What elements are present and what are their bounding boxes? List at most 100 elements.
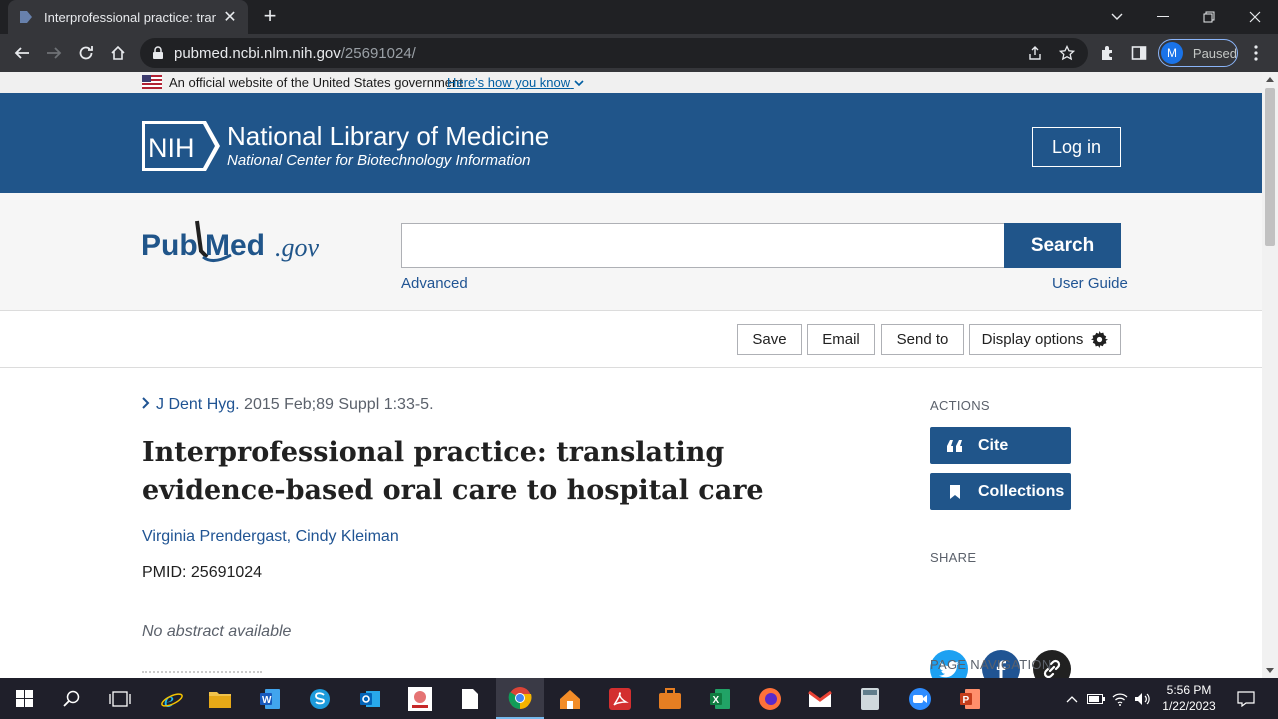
- browser-menu-icon[interactable]: [1243, 40, 1269, 66]
- back-icon[interactable]: [9, 40, 35, 66]
- forward-icon[interactable]: [41, 40, 67, 66]
- wifi-icon[interactable]: [1109, 678, 1131, 719]
- briefcase-app-icon[interactable]: [646, 678, 694, 719]
- bookmark-star-icon[interactable]: [1059, 45, 1075, 61]
- restore-icon[interactable]: [1186, 0, 1232, 34]
- lock-icon: [153, 46, 163, 59]
- page-navigation-heading: PAGE NAVIGATION: [930, 657, 1052, 672]
- battery-icon[interactable]: [1085, 678, 1107, 719]
- gov-banner: An official website of the United States…: [0, 72, 1262, 93]
- journal-citation: J Dent Hyg. 2015 Feb;89 Suppl 1:33-5.: [142, 396, 434, 414]
- authors-list[interactable]: Virginia Prendergast, Cindy Kleiman: [142, 528, 399, 546]
- article-actions-bar: Save Email Send to Display options: [0, 311, 1262, 368]
- search-button[interactable]: Search: [1004, 223, 1121, 268]
- close-window-icon[interactable]: [1232, 0, 1278, 34]
- extensions-puzzle-icon[interactable]: [1094, 40, 1120, 66]
- send-to-button[interactable]: Send to: [881, 324, 964, 355]
- powerpoint-icon[interactable]: P: [946, 678, 994, 719]
- display-options-button[interactable]: Display options: [969, 324, 1121, 355]
- tab-close-icon[interactable]: ✕: [222, 7, 238, 27]
- browser-toolbar: pubmed.ncbi.nlm.nih.gov/25691024/ M Paus…: [0, 34, 1278, 72]
- article-title: Interprofessional practice: translating …: [142, 437, 764, 506]
- chrome-icon[interactable]: [496, 678, 544, 719]
- word-icon[interactable]: W: [246, 678, 294, 719]
- windows-start-icon[interactable]: [0, 678, 48, 719]
- scrollbar-thumb[interactable]: [1265, 88, 1275, 246]
- health-app-icon[interactable]: [396, 678, 444, 719]
- task-view-icon[interactable]: [96, 678, 144, 719]
- tab-title: Interprofessional practice: transla: [44, 9, 216, 25]
- tab-search-chevron-icon[interactable]: [1094, 0, 1140, 34]
- pubmed-favicon-icon: [20, 11, 32, 23]
- user-guide-link[interactable]: User Guide: [1052, 275, 1128, 292]
- blank-document-icon[interactable]: [446, 678, 494, 719]
- cite-button[interactable]: Cite: [930, 427, 1071, 464]
- url-host: pubmed.ncbi.nlm.nih.gov: [174, 44, 341, 62]
- scroll-down-icon[interactable]: [1266, 668, 1274, 673]
- browser-titlebar: Interprofessional practice: transla ✕ +: [0, 0, 1278, 34]
- svg-text:NIH: NIH: [148, 133, 195, 163]
- display-options-label: Display options: [981, 331, 1084, 348]
- notification-center-icon[interactable]: [1234, 678, 1258, 719]
- clock-time: 5:56 PM: [1166, 683, 1212, 697]
- chevron-down-icon: [574, 80, 584, 87]
- profile-button[interactable]: M Paused: [1158, 39, 1238, 67]
- search-band: Pub Med .gov Search Advanced User Guide: [0, 193, 1262, 311]
- journal-name-link[interactable]: J Dent Hyg.: [156, 396, 240, 413]
- avatar: M: [1161, 42, 1183, 64]
- url-path: /25691024/: [340, 44, 416, 62]
- taskbar-search-icon[interactable]: [48, 678, 96, 719]
- actions-heading: ACTIONS: [930, 398, 990, 413]
- new-tab-icon[interactable]: +: [258, 5, 282, 29]
- nih-subtitle: National Center for Biotechnology Inform…: [227, 152, 531, 169]
- internet-explorer-icon[interactable]: e: [148, 678, 196, 719]
- address-bar[interactable]: pubmed.ncbi.nlm.nih.gov/25691024/: [140, 38, 1088, 68]
- gear-icon: [1091, 331, 1109, 348]
- heres-how-you-know-link[interactable]: Here's how you know: [447, 75, 584, 90]
- windows-taskbar: e W X P 5:56 PM 1/22/2023: [0, 678, 1278, 719]
- email-button[interactable]: Email: [807, 324, 875, 355]
- page-viewport: An official website of the United States…: [0, 72, 1262, 678]
- home-app-icon[interactable]: [546, 678, 594, 719]
- side-panel-icon[interactable]: [1126, 40, 1152, 66]
- scroll-up-icon[interactable]: [1266, 77, 1274, 82]
- firefox-icon[interactable]: [746, 678, 794, 719]
- system-clock[interactable]: 5:56 PM 1/22/2023: [1148, 682, 1230, 714]
- excel-icon[interactable]: X: [696, 678, 744, 719]
- abstract-status: No abstract available: [142, 623, 292, 640]
- cite-label: Cite: [978, 436, 1009, 454]
- browser-tab-active[interactable]: Interprofessional practice: transla ✕: [8, 0, 248, 34]
- home-icon[interactable]: [105, 40, 131, 66]
- gov-banner-text: An official website of the United States…: [169, 75, 463, 90]
- share-page-icon[interactable]: [1027, 45, 1043, 61]
- svg-text:Pub: Pub: [141, 229, 198, 262]
- collections-label: Collections: [978, 482, 1065, 500]
- pubmed-logo[interactable]: Pub Med .gov: [141, 217, 331, 273]
- calculator-icon[interactable]: [846, 678, 894, 719]
- save-button[interactable]: Save: [737, 324, 802, 355]
- article-section: J Dent Hyg. 2015 Feb;89 Suppl 1:33-5. In…: [0, 368, 1262, 678]
- svg-text:Med: Med: [205, 229, 265, 262]
- heres-how-you-know-label: Here's how you know: [447, 75, 571, 90]
- file-explorer-icon[interactable]: [196, 678, 244, 719]
- chevron-right-icon[interactable]: [142, 396, 150, 413]
- collections-button[interactable]: Collections: [930, 473, 1071, 510]
- zoom-icon[interactable]: [896, 678, 944, 719]
- search-input[interactable]: [401, 223, 1005, 268]
- advanced-search-link[interactable]: Advanced: [401, 275, 468, 292]
- nih-title: National Library of Medicine: [227, 121, 550, 151]
- quote-icon: [944, 439, 966, 452]
- nih-header: NIH National Library of Medicine Nationa…: [0, 93, 1262, 193]
- gmail-icon[interactable]: [796, 678, 844, 719]
- nih-logo[interactable]: NIH: [142, 121, 220, 171]
- bookmark-icon: [944, 484, 966, 499]
- minimize-icon[interactable]: [1140, 0, 1186, 34]
- reload-icon[interactable]: [73, 40, 99, 66]
- outlook-icon[interactable]: [346, 678, 394, 719]
- tray-chevron-up-icon[interactable]: [1062, 678, 1082, 719]
- page-scrollbar[interactable]: [1262, 72, 1278, 678]
- log-in-button[interactable]: Log in: [1032, 127, 1121, 167]
- acrobat-icon[interactable]: [596, 678, 644, 719]
- svg-text:X: X: [713, 695, 720, 706]
- skype-business-icon[interactable]: [296, 678, 344, 719]
